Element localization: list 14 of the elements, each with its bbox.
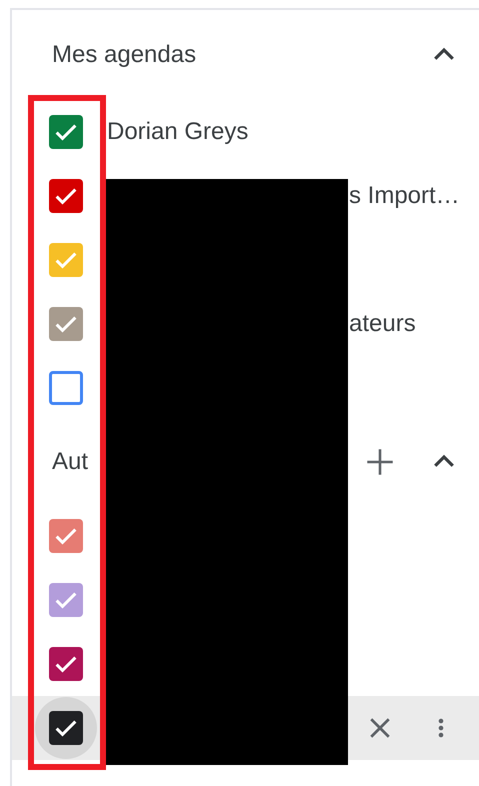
- checkbox[interactable]: [49, 179, 83, 213]
- checkbox[interactable]: [49, 115, 83, 149]
- checkbox[interactable]: [49, 519, 83, 553]
- checkbox[interactable]: [49, 647, 83, 681]
- checkbox[interactable]: [49, 307, 83, 341]
- checkbox[interactable]: [49, 371, 83, 405]
- calendar-name[interactable]: ateurs: [349, 310, 416, 337]
- calendar-name[interactable]: s Import…: [349, 182, 460, 209]
- section-title: Mes agendas: [52, 40, 198, 70]
- calendar-name[interactable]: Dorian Greys: [107, 118, 248, 145]
- section-title: Aut: [52, 447, 90, 477]
- checkbox[interactable]: [49, 583, 83, 617]
- checkbox[interactable]: [49, 243, 83, 277]
- checkbox[interactable]: [49, 711, 83, 745]
